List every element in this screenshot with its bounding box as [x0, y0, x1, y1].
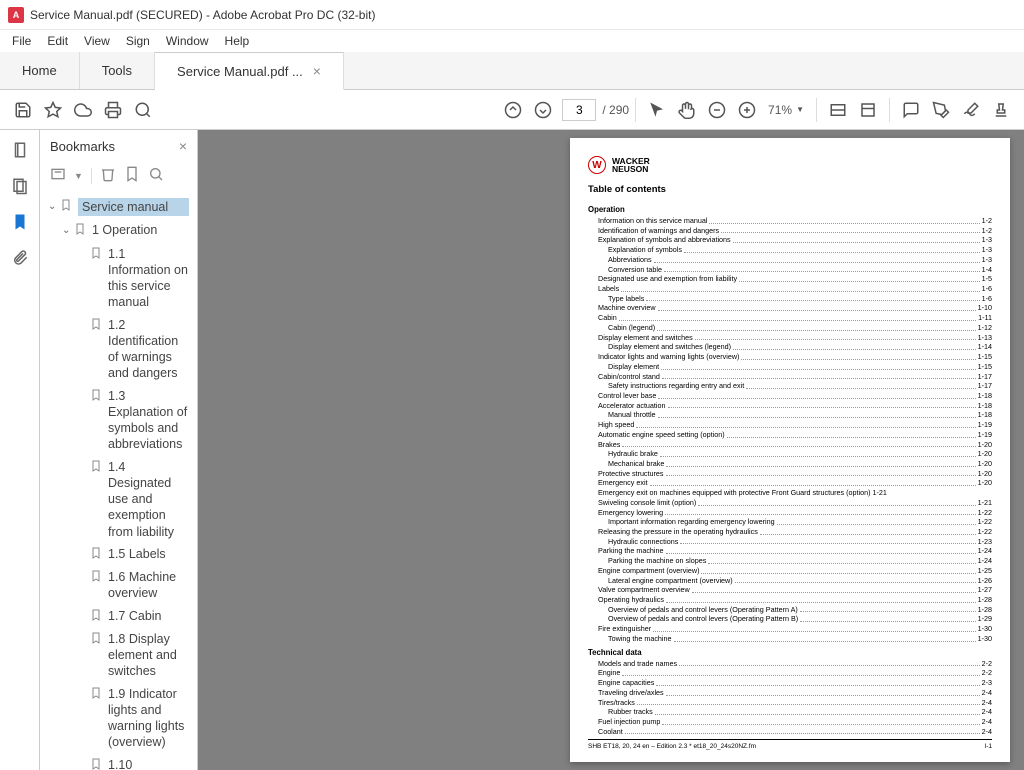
- tab-document-label: Service Manual.pdf ...: [177, 64, 303, 79]
- window-title: Service Manual.pdf (SECURED) - Adobe Acr…: [30, 8, 375, 22]
- zoom-out-icon[interactable]: [702, 95, 732, 125]
- pointer-icon[interactable]: [642, 95, 672, 125]
- bookmarks-panel: Bookmarks × ▼ ⌄Service manual⌄1 Operatio…: [40, 130, 198, 770]
- bookmark-item[interactable]: 1.5 Labels: [44, 543, 193, 566]
- menu-help[interactable]: Help: [217, 32, 258, 50]
- left-sidebar: [0, 130, 40, 770]
- toc-content: OperationInformation on this service man…: [588, 205, 992, 736]
- page-footer-left: SHB ET18, 20, 24 en – Edition 2.3 * et18…: [588, 743, 756, 750]
- comment-icon[interactable]: [896, 95, 926, 125]
- bookmark-item[interactable]: 1.9 Indicator lights and warning lights …: [44, 683, 193, 754]
- bookmark-new-icon[interactable]: [124, 166, 140, 185]
- bookmark-item[interactable]: 1.6 Machine overview: [44, 566, 193, 605]
- page-footer-right: I-1: [984, 743, 992, 750]
- bookmark-find-icon[interactable]: [148, 166, 164, 185]
- bookmark-delete-icon[interactable]: [100, 166, 116, 185]
- pages-icon[interactable]: [10, 176, 30, 196]
- tab-tools[interactable]: Tools: [80, 52, 155, 89]
- bookmarks-tools: ▼: [40, 162, 197, 193]
- page-view-icon[interactable]: [853, 95, 883, 125]
- tab-home[interactable]: Home: [0, 52, 80, 89]
- bookmark-options-icon[interactable]: [50, 166, 66, 185]
- bookmark-item[interactable]: 1.10 Cabin/control stand: [44, 754, 193, 770]
- hand-icon[interactable]: [672, 95, 702, 125]
- highlight-icon[interactable]: [926, 95, 956, 125]
- menu-sign[interactable]: Sign: [118, 32, 158, 50]
- tab-close-icon[interactable]: ×: [313, 63, 321, 79]
- bookmark-item[interactable]: 1.3 Explanation of symbols and abbreviat…: [44, 385, 193, 456]
- toolbar: / 290 71% ▼: [0, 90, 1024, 130]
- print-icon[interactable]: [98, 95, 128, 125]
- star-icon[interactable]: [38, 95, 68, 125]
- tabbar: Home Tools Service Manual.pdf ... ×: [0, 52, 1024, 90]
- menu-view[interactable]: View: [76, 32, 118, 50]
- brand-text: WACKERNEUSON: [612, 157, 650, 174]
- save-icon[interactable]: [8, 95, 38, 125]
- menubar: File Edit View Sign Window Help: [0, 30, 1024, 52]
- thumbnails-icon[interactable]: [10, 140, 30, 160]
- document-area[interactable]: W WACKERNEUSON Table of contents Operati…: [198, 130, 1024, 770]
- bookmarks-icon[interactable]: [10, 212, 30, 232]
- sign-icon[interactable]: [956, 95, 986, 125]
- bookmark-item[interactable]: 1.4 Designated use and exemption from li…: [44, 456, 193, 543]
- bookmarks-title: Bookmarks: [50, 139, 115, 154]
- attachments-icon[interactable]: [10, 248, 30, 268]
- pdf-page: W WACKERNEUSON Table of contents Operati…: [570, 138, 1010, 762]
- search-icon[interactable]: [128, 95, 158, 125]
- menu-file[interactable]: File: [4, 32, 39, 50]
- stamp-icon[interactable]: [986, 95, 1016, 125]
- page-number-input[interactable]: [562, 99, 596, 121]
- bookmark-item[interactable]: ⌄Service manual: [44, 195, 193, 219]
- bookmark-item[interactable]: 1.8 Display element and switches: [44, 628, 193, 683]
- page-count: / 290: [602, 103, 629, 117]
- app-icon: A: [8, 7, 24, 23]
- tab-document[interactable]: Service Manual.pdf ... ×: [155, 52, 344, 90]
- toc-heading: Table of contents: [588, 184, 992, 195]
- menu-edit[interactable]: Edit: [39, 32, 76, 50]
- cloud-icon[interactable]: [68, 95, 98, 125]
- bookmark-item[interactable]: 1.7 Cabin: [44, 605, 193, 628]
- zoom-in-icon[interactable]: [732, 95, 762, 125]
- brand-logo-icon: W: [588, 156, 606, 174]
- bookmark-item[interactable]: 1.1 Information on this service manual: [44, 243, 193, 314]
- bookmark-item[interactable]: 1.2 Identification of warnings and dange…: [44, 314, 193, 385]
- menu-window[interactable]: Window: [158, 32, 217, 50]
- page-up-icon[interactable]: [498, 95, 528, 125]
- fit-width-icon[interactable]: [823, 95, 853, 125]
- bookmarks-tree[interactable]: ⌄Service manual⌄1 Operation1.1 Informati…: [40, 193, 197, 770]
- page-down-icon[interactable]: [528, 95, 558, 125]
- bookmark-item[interactable]: ⌄1 Operation: [44, 219, 193, 242]
- zoom-level[interactable]: 71% ▼: [768, 103, 804, 117]
- bookmarks-close-icon[interactable]: ×: [179, 138, 187, 154]
